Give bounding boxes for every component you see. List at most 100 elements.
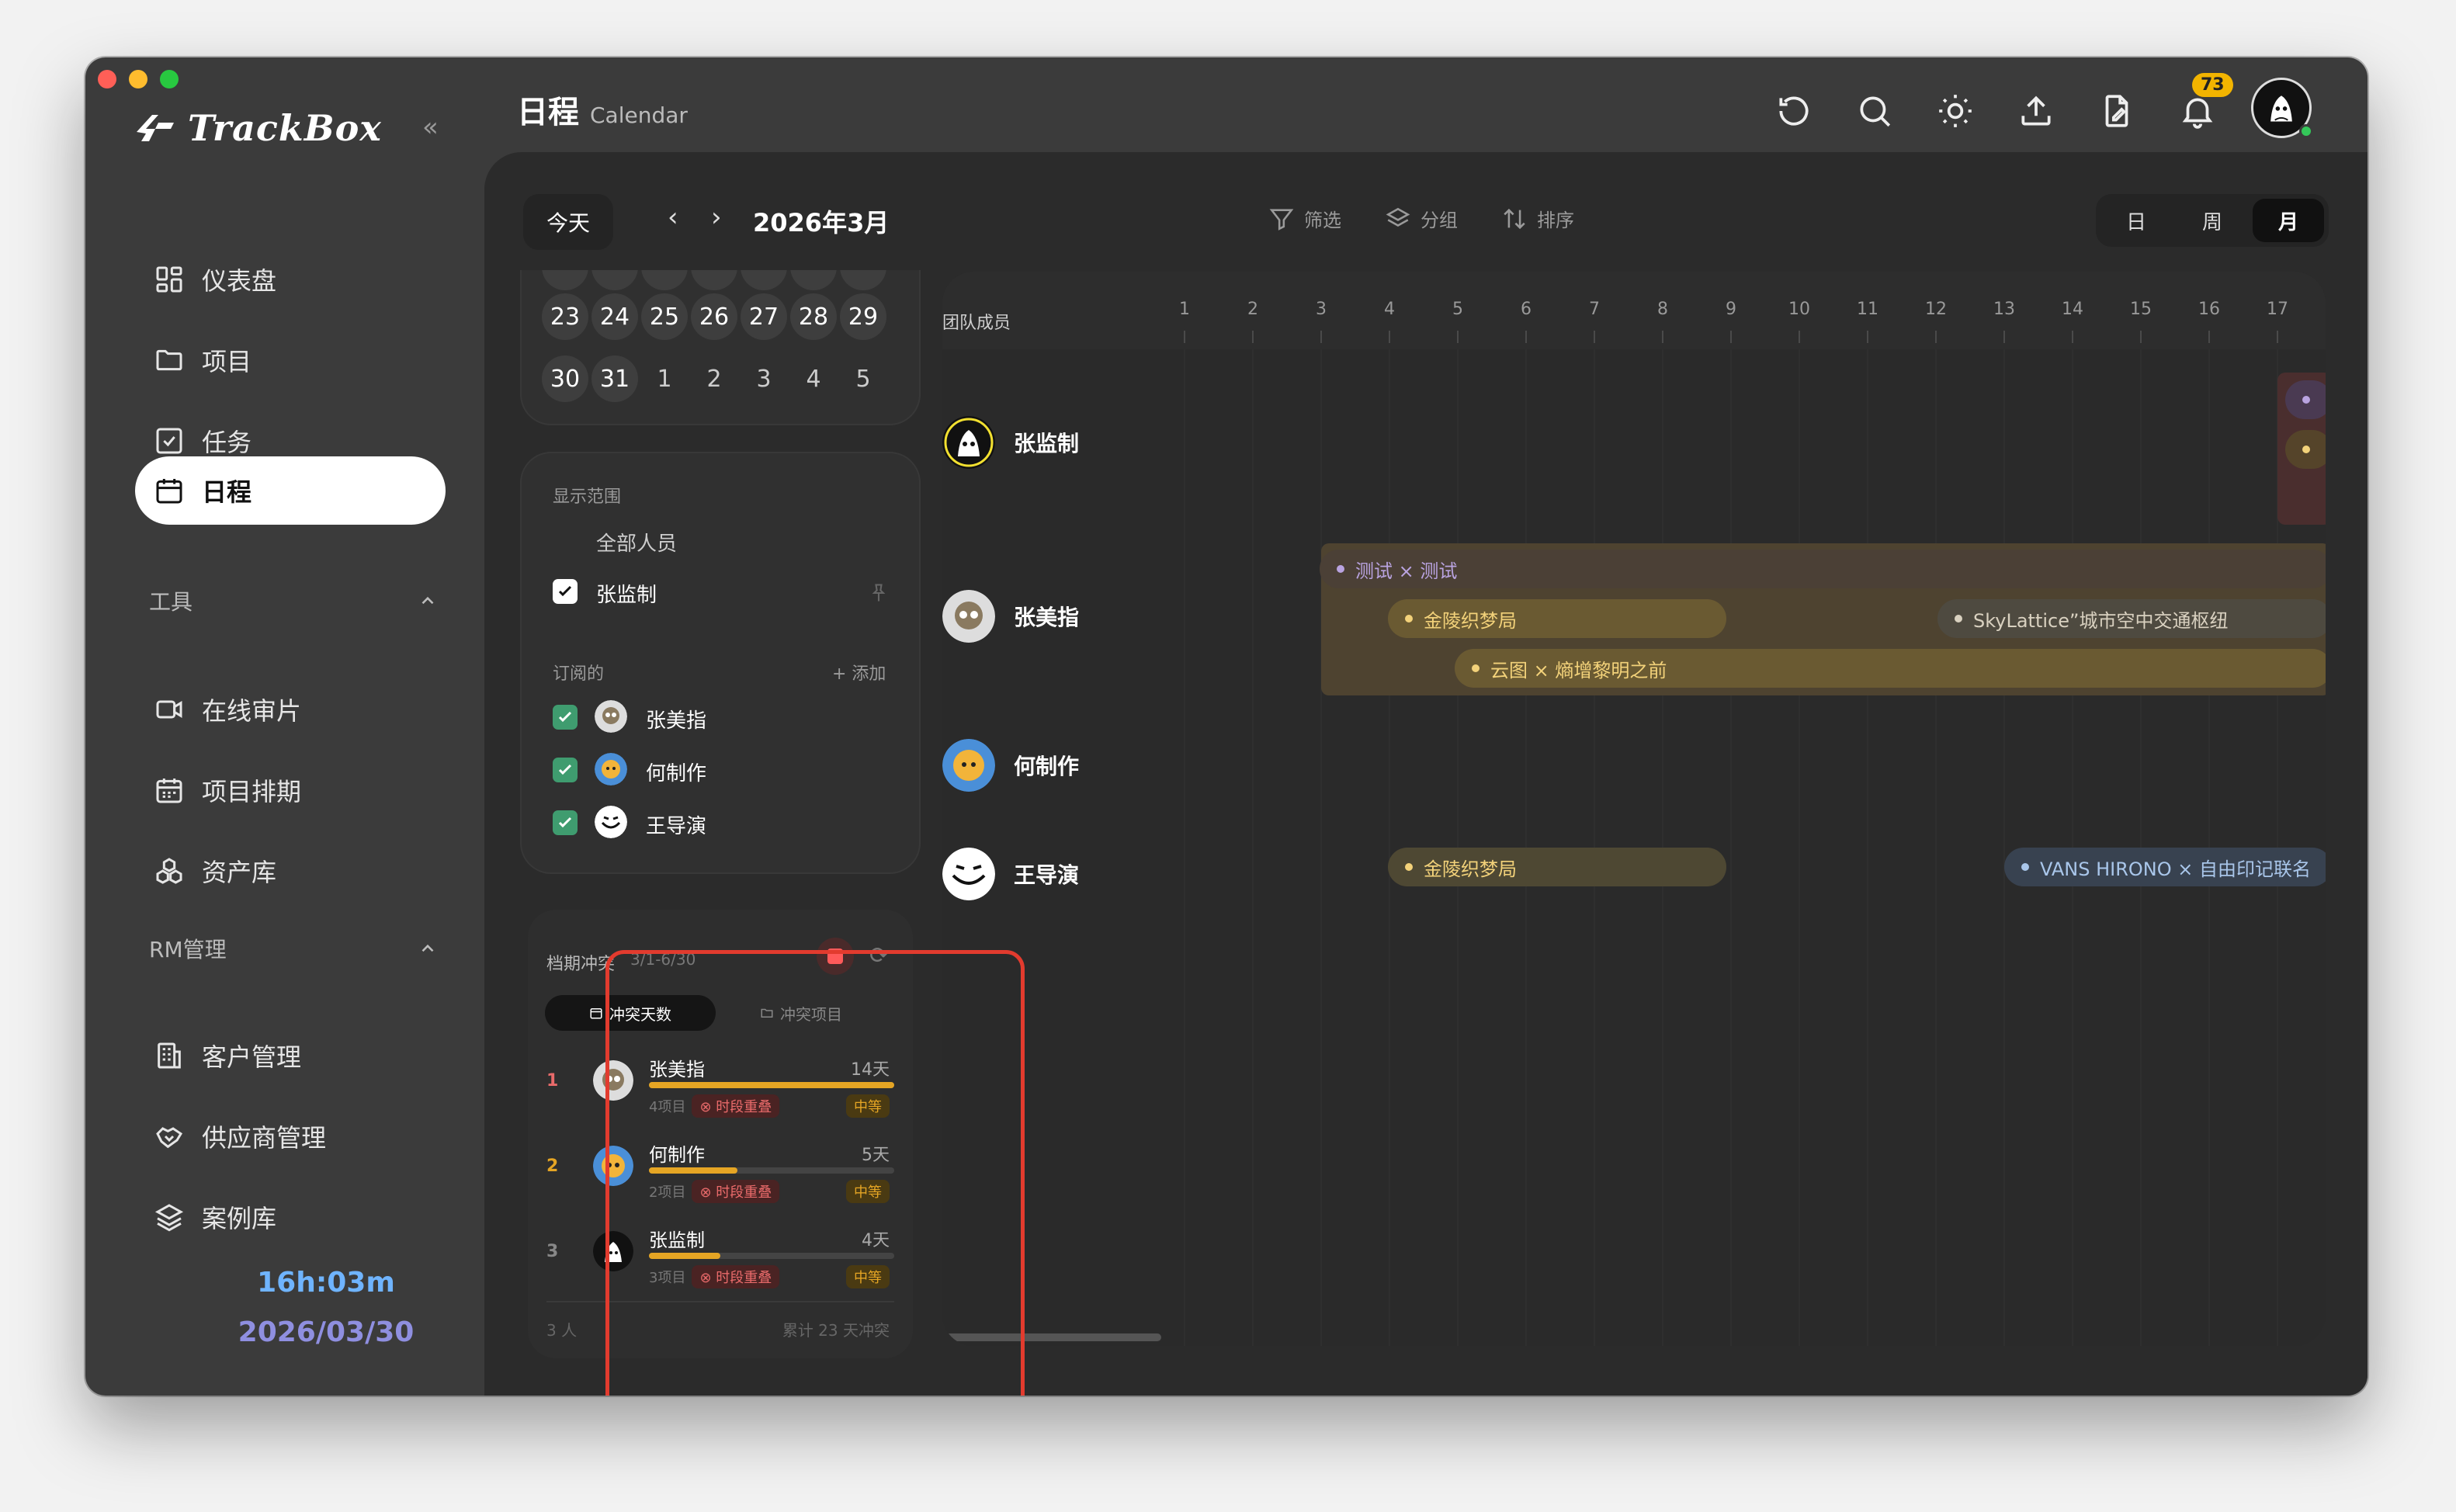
timeline-member[interactable]: 张监制: [942, 416, 1079, 469]
tab-label: 冲突项目: [780, 1004, 842, 1024]
view-day-button[interactable]: 日: [2100, 199, 2172, 242]
bell-icon[interactable]: [2178, 92, 2217, 130]
group-button[interactable]: 分组: [1385, 205, 1458, 232]
event-pill[interactable]: 测试 × 测试: [1320, 550, 2326, 588]
overlap-tag-label: 时段重叠: [716, 1099, 772, 1115]
pin-icon[interactable]: [868, 582, 890, 604]
sidebar-item-projects[interactable]: 项目: [135, 326, 446, 394]
mini-day[interactable]: 2: [691, 355, 737, 402]
refresh-icon[interactable]: [1774, 92, 1813, 130]
add-subscription-button[interactable]: + 添加: [832, 660, 886, 685]
sidebar-item-dashboard[interactable]: 仪表盘: [135, 245, 446, 314]
search-icon[interactable]: [1855, 92, 1894, 130]
mini-day[interactable]: 3: [741, 355, 787, 402]
display-scope-panel: 显示范围 全部人员 张监制 订阅的 + 添加 张美指 何制作 王导演: [520, 452, 921, 874]
timeline-member[interactable]: 王导演: [942, 848, 1079, 900]
view-month-button[interactable]: 月: [2253, 199, 2324, 242]
day-tick: [1594, 331, 1595, 343]
mini-day[interactable]: 5: [840, 355, 886, 402]
event-pill[interactable]: 金陵织梦局: [1388, 599, 1726, 638]
avatar: [595, 806, 627, 838]
day-tick: [1799, 331, 1800, 343]
day-tick: [1935, 331, 1937, 343]
mini-day[interactable]: 28: [790, 293, 837, 340]
sidebar-item-customers[interactable]: 客户管理: [135, 1021, 446, 1090]
timeline-member[interactable]: 张美指: [942, 590, 1079, 643]
upload-icon[interactable]: [2017, 92, 2055, 130]
sidebar-item-project-schedule[interactable]: 项目排期: [135, 756, 446, 824]
scope-all-people[interactable]: 全部人员: [596, 528, 677, 557]
calendar-toolbar: 今天 ‹ › 2026年3月 筛选 分组 排序 日 周 月: [523, 194, 2329, 251]
today-button[interactable]: 今天: [523, 194, 613, 250]
mini-day[interactable]: 23: [542, 293, 588, 340]
check-icon: [558, 764, 572, 775]
view-week-button[interactable]: 周: [2177, 199, 2248, 242]
mini-day[interactable]: 25: [641, 293, 688, 340]
event-pill[interactable]: 云图 × 熵增黎明之前: [1455, 649, 2326, 688]
tab-conflict-projects[interactable]: 冲突项目: [716, 995, 886, 1031]
video-icon: [156, 700, 182, 719]
horizontal-scrollbar[interactable]: [942, 1333, 1161, 1341]
sidebar-item-suppliers[interactable]: 供应商管理: [135, 1102, 446, 1170]
day-grid-line: [1867, 349, 1868, 1346]
conflict-bar-fill: [649, 1253, 720, 1259]
sidebar-item-online-review[interactable]: 在线审片: [135, 675, 446, 744]
mini-day[interactable]: 26: [691, 293, 737, 340]
collapse-sidebar-button[interactable]: «: [422, 112, 439, 143]
filter-icon: [1269, 208, 1294, 231]
event-pill[interactable]: VANS HIRONO × 自由印记联名: [2004, 848, 2326, 886]
event-pill-truncated[interactable]: [2285, 380, 2326, 419]
window-close-button[interactable]: [98, 70, 116, 88]
file-edit-icon[interactable]: [2097, 92, 2136, 130]
refresh-icon[interactable]: ⟳: [869, 942, 889, 969]
day-tick: [1252, 331, 1254, 343]
mini-day[interactable]: 31: [591, 355, 638, 402]
event-pill[interactable]: SkyLattice”城市空中交通枢纽: [1937, 599, 2326, 638]
mini-day[interactable]: 29: [840, 293, 886, 340]
day-column-header: 17: [2267, 300, 2288, 319]
sort-button[interactable]: 排序: [1501, 205, 1574, 232]
mini-day[interactable]: 30: [542, 355, 588, 402]
prev-month-button[interactable]: ‹: [668, 202, 678, 233]
scope-self-checkbox[interactable]: [553, 579, 578, 604]
day-grid-line: [1389, 349, 1390, 1346]
conflict-meta: 4项目 ⊗ 时段重叠: [649, 1094, 780, 1118]
subscribed-name: 王导演: [646, 815, 707, 838]
subscribed-checkbox[interactable]: [553, 810, 578, 835]
mini-day[interactable]: 1: [641, 355, 688, 402]
filter-button[interactable]: 筛选: [1268, 205, 1341, 232]
sidebar-section-rm[interactable]: RM管理: [149, 933, 438, 964]
window-zoom-button[interactable]: [160, 70, 179, 88]
day-column-header: 11: [1857, 300, 1878, 319]
event-pill[interactable]: 金陵织梦局: [1388, 848, 1726, 886]
conflict-tabs: 冲突天数 冲突项目: [545, 995, 886, 1031]
subscribed-label: 订阅的: [553, 664, 605, 684]
mini-day[interactable]: 24: [591, 293, 638, 340]
app-logo[interactable]: TrackBox: [132, 107, 382, 149]
event-dot: [2302, 446, 2310, 453]
sidebar-item-assets[interactable]: 资产库: [135, 837, 446, 905]
timeline-member[interactable]: 何制作: [942, 739, 1079, 792]
stop-button[interactable]: [817, 938, 854, 975]
sidebar-section-tools[interactable]: 工具: [149, 585, 438, 616]
sort-icon: [1504, 208, 1525, 229]
avatar: [595, 753, 627, 785]
subscribed-checkbox[interactable]: [553, 758, 578, 782]
window-minimize-button[interactable]: [129, 70, 147, 88]
subscribed-checkbox[interactable]: [553, 705, 578, 730]
severity-badge: 中等: [846, 1265, 890, 1288]
tab-conflict-days[interactable]: 冲突天数: [545, 995, 716, 1031]
sidebar-item-cases[interactable]: 案例库: [135, 1183, 446, 1251]
conflict-project-count: 4项目: [649, 1099, 686, 1115]
theme-sun-icon[interactable]: [1936, 92, 1975, 130]
conflict-total: 累计 23 天冲突: [782, 1321, 890, 1340]
mini-day[interactable]: 4: [790, 355, 837, 402]
next-month-button[interactable]: ›: [711, 202, 722, 233]
mini-day[interactable]: 27: [741, 293, 787, 340]
event-dot: [1405, 615, 1413, 622]
event-pill-truncated[interactable]: [2285, 430, 2326, 469]
sidebar-item-label: 任务: [202, 428, 252, 457]
day-tick: [1525, 331, 1527, 343]
sidebar-item-calendar[interactable]: 日程: [135, 456, 446, 525]
sidebar-item-label: 客户管理: [202, 1042, 302, 1072]
